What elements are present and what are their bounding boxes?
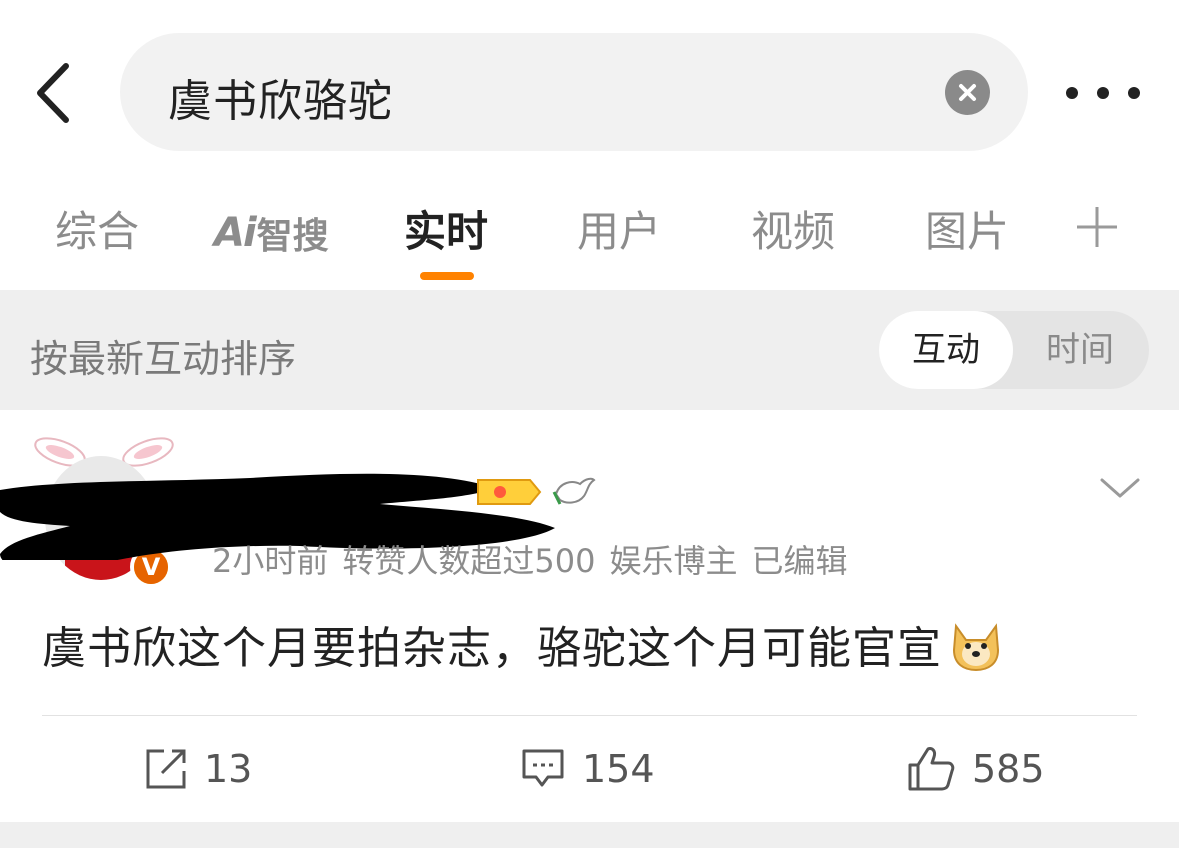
more-icon[interactable] — [1066, 80, 1140, 106]
post-meta: 2小时前 转赞人数超过500 娱乐博主 已编辑 — [212, 536, 848, 582]
active-tab-indicator — [420, 272, 474, 280]
edited-label: 已编辑 — [751, 542, 848, 580]
more-dot — [1066, 87, 1078, 99]
tab-video[interactable]: 视频 — [751, 202, 835, 262]
sort-option-interaction[interactable]: 互动 — [879, 311, 1013, 389]
search-tabs: 综合 Ai 智搜 实时 用户 视频 图片 — [0, 180, 1179, 290]
post-content[interactable]: 虞书欣这个月要拍杂志，骆驼这个月可能官宣 — [42, 612, 1002, 676]
tab-ai-search-label: 智搜 — [256, 216, 329, 257]
card-separator — [0, 822, 1179, 848]
post-card[interactable]: V 2小时前 转赞人数超过500 娱乐博主 已编辑 虞书欣这个月要拍杂志，骆驼这… — [0, 410, 1179, 822]
sort-label: 按最新互动排序 — [30, 337, 297, 381]
post-time: 2小时前 — [212, 542, 329, 580]
sort-toggle: 互动 时间 — [879, 311, 1149, 389]
repost-info: 转赞人数超过500 — [342, 542, 596, 580]
tab-images[interactable]: 图片 — [925, 202, 1009, 262]
chevron-down-icon[interactable] — [1098, 472, 1142, 502]
post-content-text: 虞书欣这个月要拍杂志，骆驼这个月可能官宣 — [42, 623, 942, 674]
comment-icon — [522, 749, 564, 787]
ai-logo: Ai — [214, 210, 257, 256]
repost-icon — [146, 749, 186, 789]
author-tag: 娱乐博主 — [609, 542, 738, 580]
tab-comprehensive[interactable]: 综合 — [55, 202, 139, 262]
like-count: 585 — [972, 747, 1045, 791]
tab-realtime[interactable]: 实时 — [404, 202, 488, 262]
sort-option-time[interactable]: 时间 — [1013, 311, 1147, 389]
repost-button[interactable]: 13 — [144, 746, 252, 792]
sort-bar: 按最新互动排序 互动 时间 — [0, 290, 1179, 410]
fan-badge-icon — [477, 479, 542, 505]
more-dot — [1128, 87, 1140, 99]
top-bar: 虞书欣骆驼 — [0, 0, 1179, 180]
post-actions: 13 154 585 — [0, 716, 1179, 822]
add-tab-icon[interactable] — [1074, 204, 1120, 250]
like-button[interactable]: 585 — [906, 746, 1045, 792]
comment-button[interactable]: 154 — [520, 746, 655, 792]
search-query: 虞书欣骆驼 — [168, 76, 393, 127]
more-dot — [1097, 87, 1109, 99]
dove-icon — [552, 477, 596, 505]
doge-emoji-icon — [952, 623, 1000, 672]
tab-users[interactable]: 用户 — [577, 202, 661, 262]
comment-count: 154 — [582, 747, 655, 791]
clear-icon[interactable] — [945, 70, 990, 115]
back-icon[interactable] — [28, 58, 88, 128]
tab-ai-search[interactable]: Ai 智搜 — [214, 208, 329, 258]
like-icon — [908, 747, 955, 791]
repost-count: 13 — [204, 747, 253, 791]
search-input[interactable]: 虞书欣骆驼 — [120, 33, 1028, 151]
